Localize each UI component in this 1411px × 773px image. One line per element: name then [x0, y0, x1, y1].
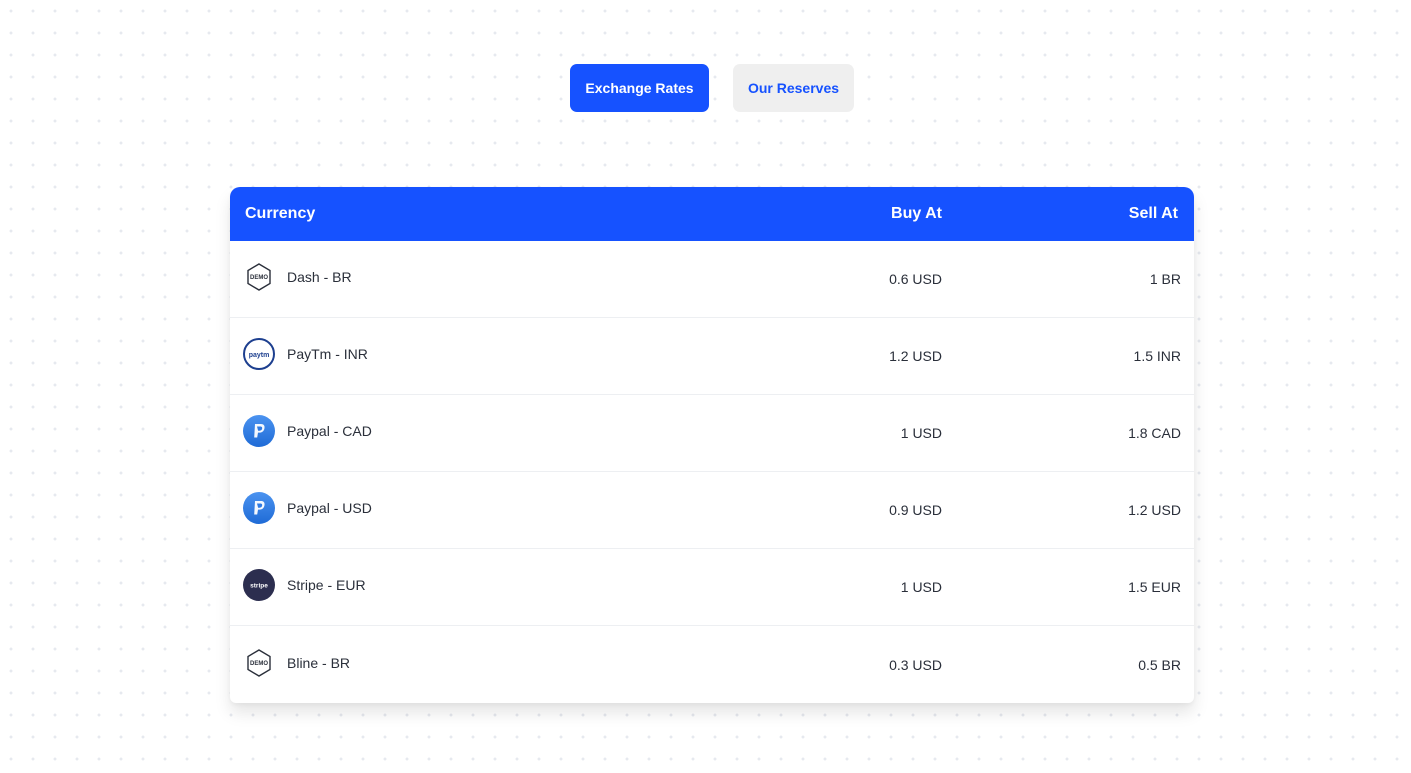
svg-text:DEMO: DEMO [250, 275, 268, 281]
tab-bar: Exchange Rates Our Reserves [570, 64, 854, 112]
buy-at-cell: 1 USD [900, 579, 942, 595]
paypal-icon [243, 415, 275, 447]
currency-cell: paytm PayTm - INR [230, 338, 710, 370]
exchange-rates-table: Currency Buy At Sell At DEMO Dash - BR 0… [230, 187, 1194, 703]
table-row: paytm PayTm - INR 1.2 USD 1.5 INR [230, 318, 1194, 395]
table-row: DEMO Dash - BR 0.6 USD 1 BR [230, 241, 1194, 318]
sell-at-cell: 1.8 CAD [1128, 425, 1181, 441]
sell-at-cell: 1.5 INR [1133, 348, 1181, 364]
currency-cell: stripe Stripe - EUR [230, 569, 710, 601]
stripe-icon: stripe [243, 569, 275, 601]
buy-at-cell: 1.2 USD [889, 348, 942, 364]
tab-exchange-rates[interactable]: Exchange Rates [570, 64, 709, 112]
sell-at-cell: 0.5 BR [1138, 656, 1181, 673]
table-row: DEMO Bline - BR 0.3 USD 0.5 BR [230, 626, 1194, 703]
header-currency: Currency [245, 205, 316, 222]
paytm-icon: paytm [243, 338, 275, 370]
currency-name: Paypal - CAD [287, 423, 372, 439]
currency-name: Paypal - USD [287, 500, 372, 516]
table-row: Paypal - CAD 1 USD 1.8 CAD [230, 395, 1194, 472]
table-header: Currency Buy At Sell At [230, 187, 1194, 241]
currency-cell: Paypal - CAD [230, 415, 710, 447]
demo-hexagon-icon: DEMO [243, 261, 275, 293]
tab-our-reserves[interactable]: Our Reserves [733, 64, 854, 112]
sell-at-cell: 1.2 USD [1128, 502, 1181, 518]
currency-name: Dash - BR [287, 269, 352, 285]
sell-at-cell: 1.5 EUR [1128, 579, 1181, 595]
header-buy-at: Buy At [891, 205, 942, 222]
table-row: stripe Stripe - EUR 1 USD 1.5 EUR [230, 549, 1194, 626]
currency-cell: Paypal - USD [230, 492, 710, 524]
svg-text:paytm: paytm [249, 352, 270, 359]
currency-cell: DEMO Dash - BR [230, 261, 710, 293]
table-row: Paypal - USD 0.9 USD 1.2 USD [230, 472, 1194, 549]
currency-name: Stripe - EUR [287, 577, 366, 593]
sell-at-cell: 1 BR [1149, 271, 1181, 287]
header-sell-at: Sell At [1128, 205, 1178, 222]
demo-hexagon-icon: DEMO [243, 647, 275, 679]
svg-text:DEMO: DEMO [250, 661, 268, 667]
buy-at-cell: 0.9 USD [889, 502, 942, 518]
buy-at-cell: 1 USD [900, 425, 942, 441]
buy-at-cell: 0.3 USD [889, 656, 942, 673]
svg-text:stripe: stripe [250, 583, 268, 590]
buy-at-cell: 0.6 USD [889, 271, 942, 287]
paypal-icon [243, 492, 275, 524]
currency-name: PayTm - INR [287, 346, 368, 362]
currency-name: Bline - BR [287, 654, 351, 671]
currency-cell: DEMO Bline - BR [230, 647, 710, 679]
